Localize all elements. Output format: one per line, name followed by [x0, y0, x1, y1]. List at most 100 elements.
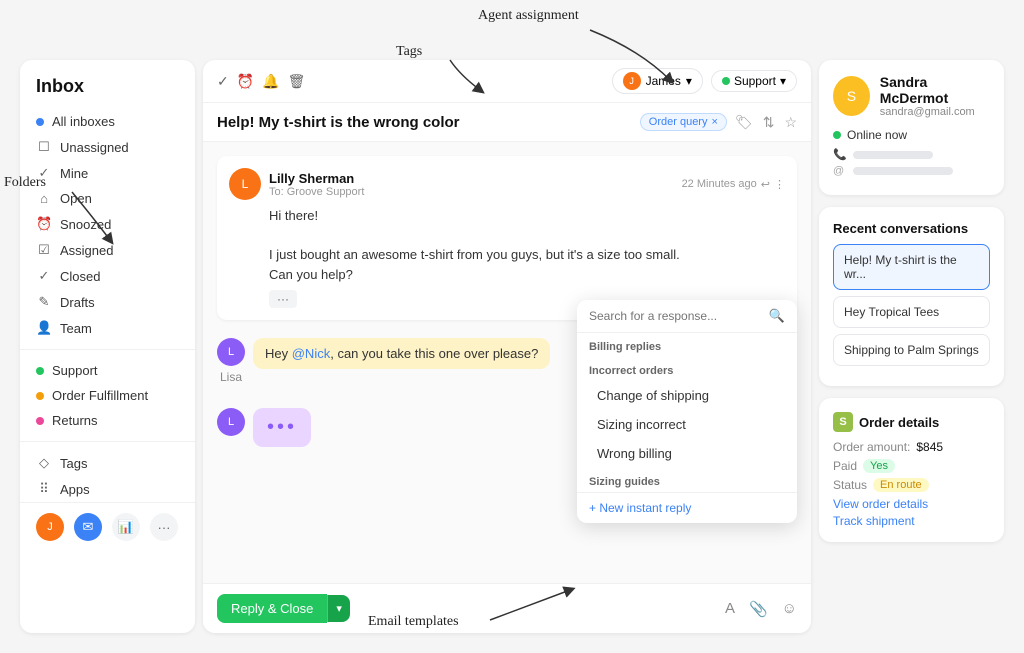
contact-card: S Sandra McDermot sandra@gmail.com Onlin…	[819, 60, 1004, 195]
lilly-name: Lilly Sherman	[269, 171, 364, 186]
track-shipment-link[interactable]: Track shipment	[833, 514, 990, 528]
unassigned-icon: ☐	[36, 139, 52, 155]
shopify-icon: S	[833, 412, 853, 432]
new-instant-reply-button[interactable]: + New instant reply	[577, 492, 797, 523]
sidebar: Inbox All inboxes ☐ Unassigned ✓ Mine ⌂ …	[20, 60, 195, 633]
dropdown-item-wrong-billing[interactable]: Wrong billing	[577, 439, 797, 468]
sidebar-item-open[interactable]: ⌂ Open	[20, 186, 195, 211]
bell-icon[interactable]: 🔔	[262, 73, 279, 90]
agent-badge[interactable]: J James ▾	[612, 68, 703, 94]
attachment-icon[interactable]: 📎	[749, 600, 768, 618]
phone-icon: 📞	[833, 148, 847, 161]
order-title: Order details	[859, 415, 939, 430]
sidebar-item-mine[interactable]: ✓ Mine	[20, 160, 195, 186]
contact-status: Online now	[833, 128, 990, 142]
order-card-header: S Order details	[833, 412, 990, 432]
support-badge[interactable]: Support ▾	[711, 70, 797, 92]
tag-pill[interactable]: Order query ×	[640, 113, 727, 131]
star-icon[interactable]: ☆	[784, 114, 797, 131]
sidebar-item-team[interactable]: 👤 Team	[20, 315, 195, 341]
closed-icon: ✓	[36, 268, 52, 284]
reply-arrow-button[interactable]: ▾	[327, 595, 350, 622]
contact-avatar: S	[833, 76, 870, 116]
sidebar-item-tags[interactable]: ◇ Tags	[20, 450, 195, 476]
status-text: Online now	[847, 128, 907, 142]
check-icon[interactable]: ✓	[217, 73, 229, 90]
order-paid-badge: Yes	[863, 459, 895, 473]
reply-close-button[interactable]: Reply & Close	[217, 594, 327, 623]
order-amount-label: Order amount:	[833, 440, 910, 454]
drafts-icon: ✎	[36, 294, 52, 310]
label-icon[interactable]: 🏷	[735, 114, 753, 131]
sidebar-item-label: Returns	[52, 413, 98, 428]
recent-conv-title: Recent conversations	[833, 221, 990, 236]
sidebar-item-label: Order Fulfillment	[52, 388, 148, 403]
sidebar-channel-order-fulfillment[interactable]: Order Fulfillment	[20, 383, 195, 408]
sidebar-item-label: Open	[60, 191, 92, 206]
sidebar-item-drafts[interactable]: ✎ Drafts	[20, 289, 195, 315]
conv-title-bar: Help! My t-shirt is the wrong color Orde…	[203, 103, 811, 142]
contact-email-field: @	[833, 165, 990, 177]
more-button[interactable]: ···	[150, 513, 178, 541]
snoozed-icon: ⏰	[36, 216, 52, 232]
note-bubble: Hey @Nick, can you take this one over pl…	[253, 338, 550, 369]
order-status-row: Status En route	[833, 478, 990, 492]
returns-dot	[36, 417, 44, 425]
sizing-section-label: Sizing guides	[577, 468, 797, 492]
order-amount-row: Order amount: $845	[833, 440, 990, 454]
recent-conv-item-1[interactable]: Help! My t-shirt is the wr...	[833, 244, 990, 290]
sidebar-bottom: J ✉ 📊 ···	[20, 502, 195, 551]
sidebar-item-unassigned[interactable]: ☐ Unassigned	[20, 134, 195, 160]
email-value	[853, 167, 953, 175]
view-order-link[interactable]: View order details	[833, 497, 990, 511]
middle-panel: ✓ ⏰ 🔔 🗑 J James ▾ Support ▾ Help!	[203, 60, 811, 633]
reply-icons: A 📎 ☺	[725, 600, 797, 618]
inbox-dot	[722, 77, 730, 85]
phone-value	[853, 151, 933, 159]
sidebar-item-closed[interactable]: ✓ Closed	[20, 263, 195, 289]
recent-conv-item-2[interactable]: Hey Tropical Tees	[833, 296, 990, 328]
typing-dots: •••	[267, 416, 297, 438]
sidebar-item-apps[interactable]: ⠿ Apps	[20, 476, 195, 502]
right-panel: S Sandra McDermot sandra@gmail.com Onlin…	[819, 60, 1004, 633]
sidebar-item-snoozed[interactable]: ⏰ Snoozed	[20, 211, 195, 237]
alarm-icon[interactable]: ⏰	[237, 73, 254, 90]
search-input[interactable]	[589, 309, 763, 323]
dropdown-item-sizing-incorrect[interactable]: Sizing incorrect	[577, 410, 797, 439]
open-icon: ⌂	[36, 191, 52, 206]
reply-icon: ↩	[761, 178, 770, 191]
tags-icon: ◇	[36, 455, 52, 471]
text-format-icon[interactable]: A	[725, 600, 735, 618]
reply-btn-group: Reply & Close ▾	[217, 594, 350, 623]
sidebar-item-label: Assigned	[60, 243, 113, 258]
stats-button[interactable]: 📊	[112, 513, 140, 541]
expand-button[interactable]: ···	[269, 290, 297, 308]
sidebar-channel-support[interactable]: Support	[20, 358, 195, 383]
typing-avatar: L	[217, 408, 245, 436]
recent-conversations-card: Recent conversations Help! My t-shirt is…	[819, 207, 1004, 386]
apps-icon: ⠿	[36, 481, 52, 497]
message-body-1: Hi there! I just bought an awesome t-shi…	[229, 206, 785, 284]
dropdown-item-change-shipping[interactable]: Change of shipping	[577, 381, 797, 410]
agent-name: James	[646, 74, 681, 88]
order-paid-label: Paid	[833, 459, 857, 473]
more-icon[interactable]: ⋮	[774, 178, 785, 191]
tag-remove-icon[interactable]: ×	[711, 116, 717, 128]
sidebar-item-label: Drafts	[60, 295, 95, 310]
transfer-icon[interactable]: ⇅	[763, 114, 775, 131]
lilly-avatar: L	[229, 168, 261, 200]
conv-title: Help! My t-shirt is the wrong color	[217, 114, 632, 131]
sidebar-item-all-inboxes[interactable]: All inboxes	[20, 109, 195, 134]
all-inboxes-dot	[36, 118, 44, 126]
emoji-icon[interactable]: ☺	[782, 600, 797, 618]
conv-header-right: J James ▾ Support ▾	[612, 68, 797, 94]
message-card-1: L Lilly Sherman To: Groove Support 22 Mi…	[217, 156, 797, 320]
sidebar-item-assigned[interactable]: ☑ Assigned	[20, 237, 195, 263]
compose-button[interactable]: ✉	[74, 513, 102, 541]
message-header-1: L Lilly Sherman To: Groove Support 22 Mi…	[229, 168, 785, 200]
sidebar-channel-returns[interactable]: Returns	[20, 408, 195, 433]
user-avatar[interactable]: J	[36, 513, 64, 541]
trash-icon[interactable]: 🗑	[288, 73, 306, 90]
recent-conv-item-3[interactable]: Shipping to Palm Springs	[833, 334, 990, 366]
sidebar-item-label: Snoozed	[60, 217, 111, 232]
